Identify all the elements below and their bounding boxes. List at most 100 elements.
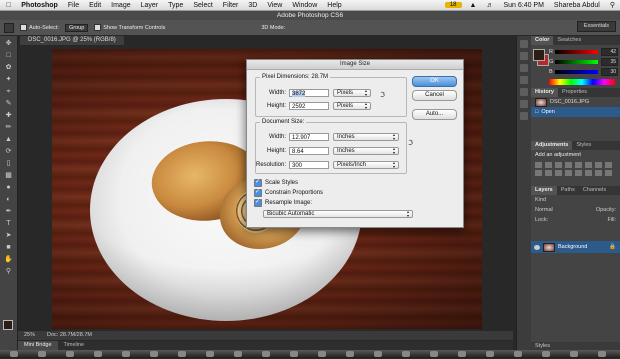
marquee-tool-icon[interactable]: □: [4, 51, 13, 60]
tab-swatches[interactable]: Swatches: [553, 36, 585, 45]
black-white-adjustment-icon[interactable]: [605, 162, 612, 168]
tab-color[interactable]: Color: [531, 36, 554, 45]
red-value[interactable]: 42: [601, 48, 618, 56]
menu-image[interactable]: Image: [106, 2, 135, 9]
vibrance-adjustment-icon[interactable]: [575, 162, 582, 168]
tab-history[interactable]: History: [531, 88, 558, 97]
history-brush-tool-icon[interactable]: ⟳: [4, 147, 13, 156]
path-select-tool-icon[interactable]: ➤: [4, 231, 13, 240]
apple-menu-icon[interactable]: : [0, 2, 16, 9]
eraser-tool-icon[interactable]: ▯: [4, 159, 13, 168]
color-lookup-adjustment-icon[interactable]: [555, 170, 562, 176]
history-state[interactable]: □ Open: [531, 107, 620, 117]
menu-filter[interactable]: Filter: [218, 2, 244, 9]
menu-select[interactable]: Select: [188, 2, 217, 9]
channel-mixer-adjustment-icon[interactable]: [545, 170, 552, 176]
pixel-width-unit-select[interactable]: Pixels: [333, 88, 371, 97]
blur-tool-icon[interactable]: ●: [4, 183, 13, 192]
green-value[interactable]: 35: [601, 58, 618, 66]
blue-value[interactable]: 30: [601, 68, 618, 76]
lasso-tool-icon[interactable]: ✿: [4, 63, 13, 72]
volume-icon[interactable]: ♬: [481, 2, 498, 9]
red-slider[interactable]: [555, 50, 598, 54]
auto-button[interactable]: Auto...: [412, 109, 457, 120]
tab-properties[interactable]: Properties: [558, 88, 591, 97]
spotlight-icon[interactable]: ⚲: [605, 1, 620, 9]
color-balance-adjustment-icon[interactable]: [595, 162, 602, 168]
layer-background[interactable]: Background 🔒: [531, 241, 620, 253]
move-tool-icon[interactable]: [4, 22, 14, 33]
pixel-width-input[interactable]: 3872: [289, 88, 329, 97]
panel-icon[interactable]: [520, 112, 528, 120]
cancel-button[interactable]: Cancel: [412, 90, 457, 101]
foreground-color-chip[interactable]: [533, 49, 545, 61]
pen-tool-icon[interactable]: ✒: [4, 207, 13, 216]
brush-tool-icon[interactable]: ✏: [4, 123, 13, 132]
panel-icon[interactable]: [520, 76, 528, 84]
ok-button[interactable]: OK: [412, 76, 457, 87]
zoom-tool-icon[interactable]: ⚲: [4, 267, 13, 276]
dock-app-icon[interactable]: [38, 351, 46, 357]
menu-type[interactable]: Type: [163, 2, 188, 9]
gradient-map-adjustment-icon[interactable]: [595, 170, 602, 176]
exposure-adjustment-icon[interactable]: [565, 162, 572, 168]
constrain-proportions-checkbox[interactable]: Constrain Proportions: [254, 188, 323, 197]
dock-app-icon[interactable]: [346, 351, 354, 357]
dock-app-icon[interactable]: [542, 351, 550, 357]
layer-kind-filter[interactable]: Kind: [535, 197, 546, 203]
workspace-switcher[interactable]: Essentials: [576, 21, 616, 32]
levels-adjustment-icon[interactable]: [545, 162, 552, 168]
selective-color-adjustment-icon[interactable]: [605, 170, 612, 176]
dock-app-icon[interactable]: [262, 351, 270, 357]
dock-app-icon[interactable]: [402, 351, 410, 357]
dock-app-icon[interactable]: [458, 351, 466, 357]
constrain-check[interactable]: [254, 188, 262, 197]
dock-app-icon[interactable]: [570, 351, 578, 357]
wifi-icon[interactable]: ▲: [465, 2, 482, 9]
dock-app-icon[interactable]: [486, 351, 494, 357]
resolution-input[interactable]: 300: [289, 160, 329, 169]
menu-edit[interactable]: Edit: [84, 2, 106, 9]
resample-method-select[interactable]: Bicubic Automatic: [263, 210, 413, 218]
curves-adjustment-icon[interactable]: [555, 162, 562, 168]
menu-window[interactable]: Window: [287, 2, 322, 9]
doc-size[interactable]: Doc: 28.7M/28.7M: [47, 331, 92, 340]
pixel-height-unit-select[interactable]: Pixels: [333, 101, 371, 110]
tab-timeline[interactable]: Timeline: [58, 341, 91, 350]
blend-mode-dropdown[interactable]: Normal: [535, 207, 553, 213]
panel-icon[interactable]: [520, 52, 528, 60]
panel-icon[interactable]: [520, 88, 528, 96]
panel-icon[interactable]: [520, 64, 528, 72]
brightness-adjustment-icon[interactable]: [535, 162, 542, 168]
dock-app-icon[interactable]: [234, 351, 242, 357]
menu-file[interactable]: File: [63, 2, 84, 9]
menu-user[interactable]: Shareba Abdul: [549, 2, 605, 9]
doc-width-input[interactable]: 12.907: [289, 132, 329, 141]
show-transform-checkbox[interactable]: Show Transform Controls: [94, 24, 165, 31]
tab-channels[interactable]: Channels: [579, 186, 610, 195]
hue-saturation-adjustment-icon[interactable]: [585, 162, 592, 168]
panel-icon[interactable]: [520, 40, 528, 48]
tab-paths[interactable]: Paths: [557, 186, 579, 195]
eyedropper-tool-icon[interactable]: ✎: [4, 99, 13, 108]
menu-help[interactable]: Help: [322, 2, 346, 9]
stamp-tool-icon[interactable]: ▲: [4, 135, 13, 144]
doc-width-unit-select[interactable]: Inches: [333, 132, 399, 141]
invert-adjustment-icon[interactable]: [565, 170, 572, 176]
dodge-tool-icon[interactable]: ◐: [4, 195, 13, 204]
dock-app-icon[interactable]: [10, 351, 18, 357]
doc-height-input[interactable]: 8.64: [289, 146, 329, 155]
styles-footer[interactable]: Styles: [531, 342, 620, 350]
threshold-adjustment-icon[interactable]: [585, 170, 592, 176]
resample-check[interactable]: [254, 198, 262, 207]
resolution-unit-select[interactable]: Pixels/Inch: [333, 160, 399, 169]
pixel-height-input[interactable]: 2592: [289, 101, 329, 110]
green-slider[interactable]: [555, 60, 598, 64]
menu-app-photoshop[interactable]: Photoshop: [16, 2, 63, 9]
move-tool-icon[interactable]: ✥: [4, 39, 13, 48]
dock-app-icon[interactable]: [318, 351, 326, 357]
posterize-adjustment-icon[interactable]: [575, 170, 582, 176]
color-spectrum[interactable]: [549, 79, 615, 85]
scale-styles-checkbox[interactable]: Scale Styles: [254, 178, 298, 187]
history-snapshot[interactable]: DSC_0016.JPG: [531, 97, 620, 107]
